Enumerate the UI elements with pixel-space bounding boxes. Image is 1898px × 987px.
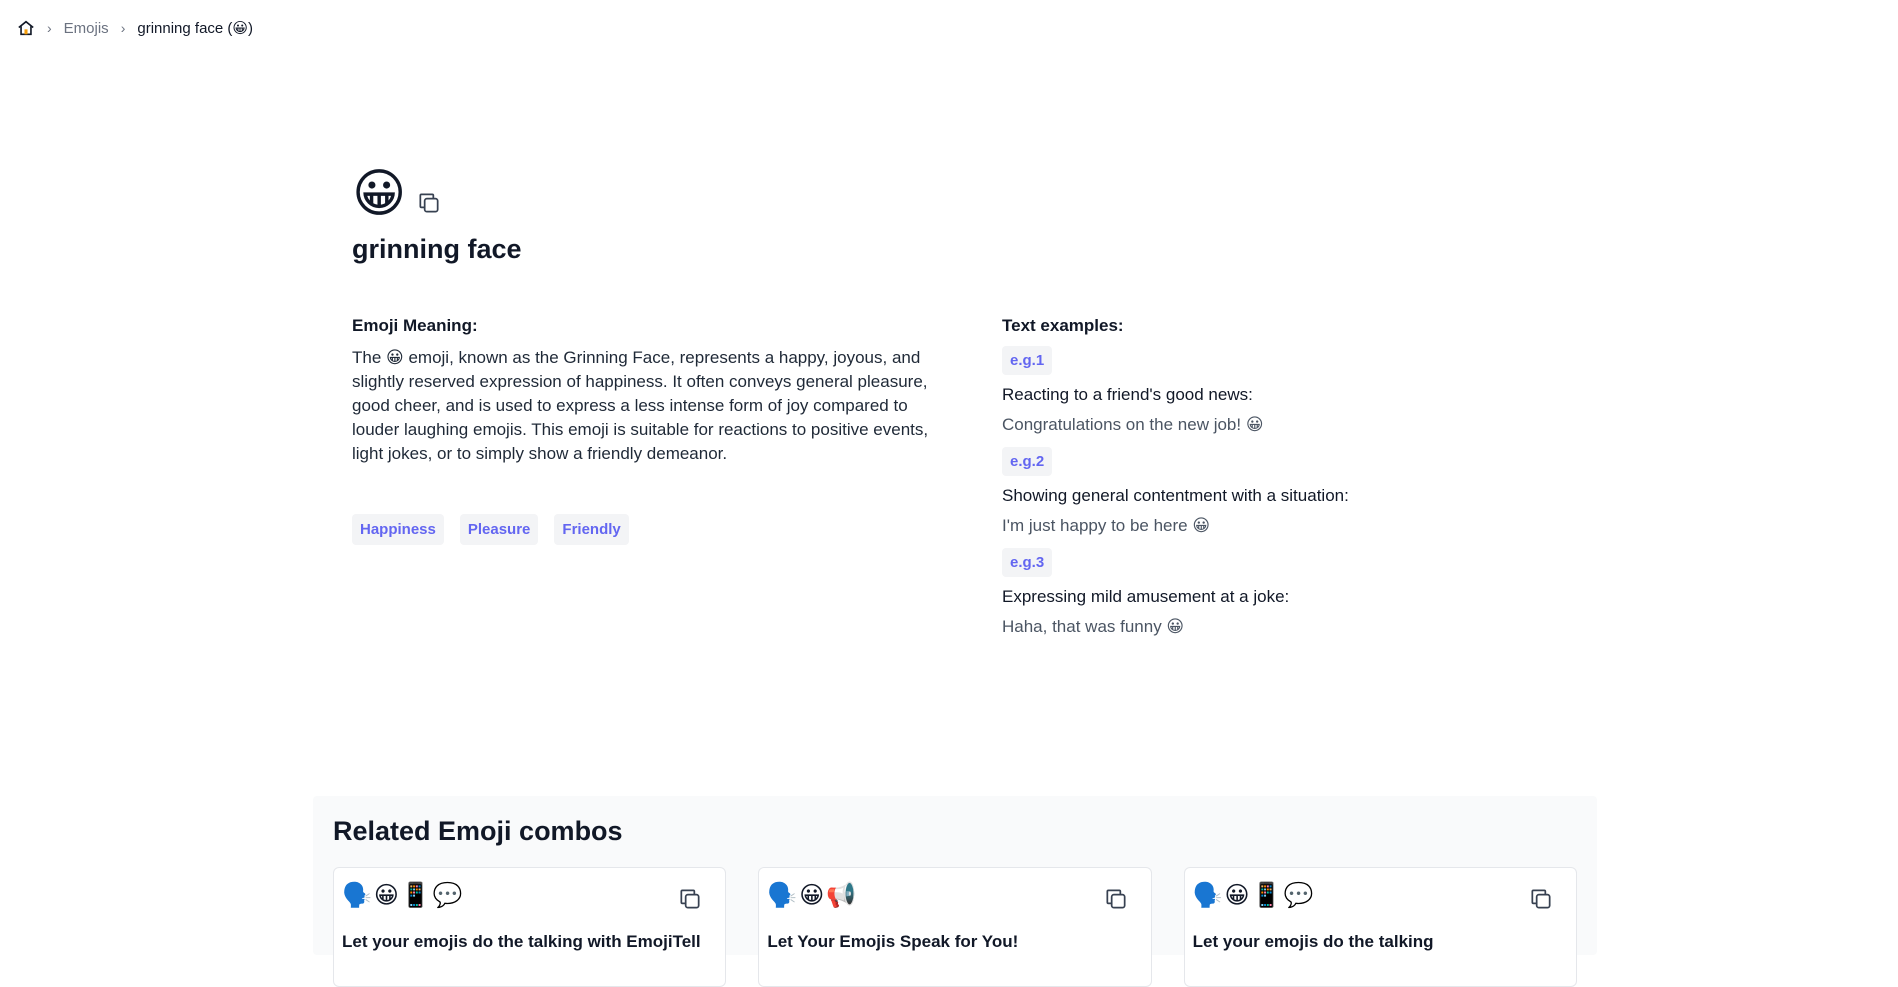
combo-card[interactable]: 🗣️😀📱💬 Let your emojis do the talking	[1183, 867, 1577, 987]
related-title: Related Emoji combos	[333, 816, 623, 846]
breadcrumb-current: grinning face (😀)	[137, 20, 254, 37]
emoji-hero: 😀 grinning face	[352, 164, 522, 265]
tag-pleasure[interactable]: Pleasure	[459, 514, 539, 545]
chevron-right-icon: ›	[120, 20, 126, 36]
tag-friendly[interactable]: Friendly	[554, 514, 629, 545]
example-text: Congratulations on the new job! 😀	[1002, 415, 1264, 434]
breadcrumb: › Emojis › grinning face (😀)	[17, 19, 253, 37]
copy-icon[interactable]	[416, 190, 442, 216]
examples-label: Text examples:	[1002, 316, 1124, 335]
chevron-right-icon: ›	[47, 20, 52, 36]
emoji-glyph: 😀	[352, 165, 407, 223]
combo-emojis: 🗣️😀📱💬	[1192, 882, 1316, 909]
example-context: Reacting to a friend's good news:	[1002, 385, 1253, 404]
example-badge: e.g.2	[1002, 447, 1053, 476]
examples-section: Text examples: e.g.1 Reacting to a frien…	[1002, 316, 1522, 649]
home-icon[interactable]	[17, 19, 35, 37]
combo-emojis: 🗣️😀📢	[767, 882, 859, 909]
combo-title: Let your emojis do the talking with Emoj…	[342, 932, 701, 951]
meaning-label: Emoji Meaning:	[352, 316, 478, 335]
combo-card[interactable]: 🗣️😀📢 Let Your Emojis Speak for You!	[758, 867, 1152, 987]
combo-title: Let Your Emojis Speak for You!	[767, 932, 1019, 951]
combo-title: Let your emojis do the talking	[1192, 932, 1434, 951]
example-item: e.g.3 Expressing mild amusement at a jok…	[1002, 548, 1522, 637]
combo-emojis: 🗣️😀📱💬	[342, 882, 465, 909]
page-title: grinning face	[352, 234, 522, 264]
example-item: e.g.2 Showing general contentment with a…	[1002, 447, 1522, 536]
combo-card[interactable]: 🗣️😀📱💬 Let your emojis do the talking wit…	[333, 867, 727, 987]
related-combos-section: Related Emoji combos 🗣️😀📱💬 Let your emoj…	[313, 796, 1597, 987]
tag-happiness[interactable]: Happiness	[352, 514, 444, 545]
meaning-section: Emoji Meaning: The 😀 emoji, known as the…	[352, 316, 942, 545]
example-context: Showing general contentment with a situa…	[1002, 486, 1349, 505]
example-badge: e.g.1	[1002, 346, 1053, 375]
tag-list: Happiness Pleasure Friendly	[352, 514, 942, 545]
copy-icon[interactable]	[1528, 886, 1554, 912]
copy-icon[interactable]	[677, 886, 703, 912]
copy-icon[interactable]	[1103, 886, 1129, 912]
example-text: I'm just happy to be here 😀	[1002, 516, 1211, 535]
example-badge: e.g.3	[1002, 548, 1053, 577]
breadcrumb-emojis-link[interactable]: Emojis	[64, 20, 109, 37]
example-context: Expressing mild amusement at a joke:	[1002, 587, 1290, 606]
meaning-text: The 😀 emoji, known as the Grinning Face,…	[352, 348, 929, 463]
example-text: Haha, that was funny 😀	[1002, 617, 1185, 636]
combo-card-list: 🗣️😀📱💬 Let your emojis do the talking wit…	[333, 867, 1577, 987]
example-item: e.g.1 Reacting to a friend's good news: …	[1002, 346, 1522, 435]
